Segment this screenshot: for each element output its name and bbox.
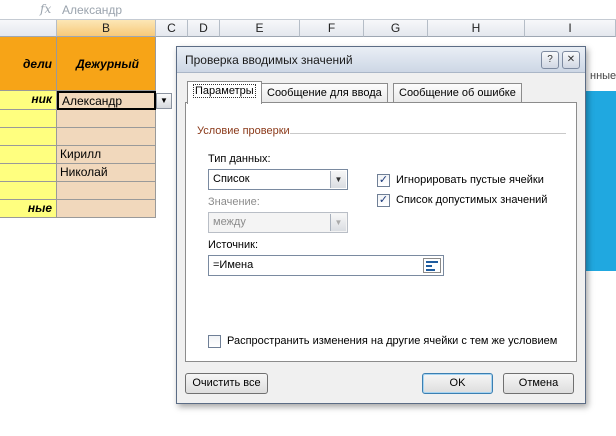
- column-header-d[interactable]: D: [188, 20, 220, 37]
- data-validation-dialog: Проверка вводимых значений ? ✕ Параметры…: [176, 46, 586, 404]
- column-header-f[interactable]: F: [300, 20, 364, 37]
- column-header-c[interactable]: C: [156, 20, 188, 37]
- question-icon[interactable]: ?: [541, 51, 559, 69]
- active-cell[interactable]: Александр: [57, 91, 156, 110]
- data-type-select[interactable]: Список ▼: [208, 169, 348, 190]
- data-type-label: Тип данных:: [208, 153, 271, 165]
- clear-all-button[interactable]: Очистить все: [185, 373, 268, 394]
- row-label-cell[interactable]: [0, 182, 57, 200]
- validation-criteria-title: Условие проверки: [197, 125, 290, 137]
- range-select-icon[interactable]: [423, 258, 441, 273]
- edge-text: нные: [590, 70, 616, 82]
- value-label: Значение:: [208, 196, 260, 208]
- blue-range-strip: [586, 91, 616, 271]
- column-header-h[interactable]: H: [428, 20, 525, 37]
- tab-settings[interactable]: Параметры: [187, 81, 262, 104]
- row-label-cell[interactable]: [0, 110, 57, 128]
- value-select-value: между: [213, 216, 246, 228]
- ignore-blank-label[interactable]: Игнорировать пустые ячейки: [396, 174, 544, 186]
- row-label-cell[interactable]: [0, 164, 57, 182]
- cancel-button[interactable]: Отмена: [503, 373, 574, 394]
- dialog-title: Проверка вводимых значений: [185, 53, 353, 67]
- duty-cell[interactable]: [57, 110, 156, 128]
- row-label-cell[interactable]: ник: [0, 91, 57, 110]
- tab-input-message[interactable]: Сообщение для ввода: [261, 83, 388, 103]
- formula-content[interactable]: Александр: [62, 3, 122, 17]
- duty-cell[interactable]: [57, 182, 156, 200]
- source-label: Источник:: [208, 239, 259, 251]
- formula-bar[interactable]: fx Александр: [0, 0, 616, 20]
- ok-button[interactable]: OK: [422, 373, 493, 394]
- in-cell-dropdown-label[interactable]: Список допустимых значений: [396, 194, 547, 206]
- header-cell-duty[interactable]: Дежурный: [57, 37, 156, 91]
- cell-dropdown-button[interactable]: ▼: [156, 93, 172, 109]
- apply-all-checkbox[interactable]: [208, 335, 221, 348]
- column-headers: B C D E F G H I: [0, 20, 616, 37]
- duty-cell[interactable]: [57, 128, 156, 146]
- column-header-e[interactable]: E: [220, 20, 300, 37]
- data-type-value: Список: [213, 173, 250, 185]
- row-label-cell[interactable]: [0, 146, 57, 164]
- source-input[interactable]: =Имена: [208, 255, 444, 276]
- ignore-blank-checkbox[interactable]: ✓: [377, 174, 390, 187]
- chevron-down-icon[interactable]: ▼: [330, 171, 346, 188]
- close-icon[interactable]: ✕: [562, 51, 580, 69]
- dialog-title-bar[interactable]: Проверка вводимых значений ? ✕: [177, 47, 585, 73]
- column-header-i[interactable]: I: [525, 20, 616, 37]
- source-value: =Имена: [213, 259, 254, 271]
- duty-cell[interactable]: Николай: [57, 164, 156, 182]
- chevron-down-icon[interactable]: ▼: [330, 214, 346, 231]
- tab-error-alert[interactable]: Сообщение об ошибке: [393, 83, 522, 103]
- in-cell-dropdown-checkbox[interactable]: ✓: [377, 194, 390, 207]
- settings-panel: Условие проверки Тип данных: Список ▼ Зн…: [185, 102, 577, 362]
- column-header-g[interactable]: G: [364, 20, 428, 37]
- header-cell-week[interactable]: дели: [0, 37, 57, 91]
- group-divider: [290, 133, 566, 134]
- column-header-a[interactable]: [0, 20, 57, 37]
- row-label-cell[interactable]: ные: [0, 200, 57, 218]
- fx-icon[interactable]: fx: [40, 2, 51, 16]
- value-select[interactable]: между ▼: [208, 212, 348, 233]
- column-header-b[interactable]: B: [57, 20, 156, 37]
- duty-cell[interactable]: Кирилл: [57, 146, 156, 164]
- duty-cell[interactable]: [57, 200, 156, 218]
- apply-all-label[interactable]: Распространить изменения на другие ячейк…: [227, 335, 557, 347]
- row-label-cell[interactable]: [0, 128, 57, 146]
